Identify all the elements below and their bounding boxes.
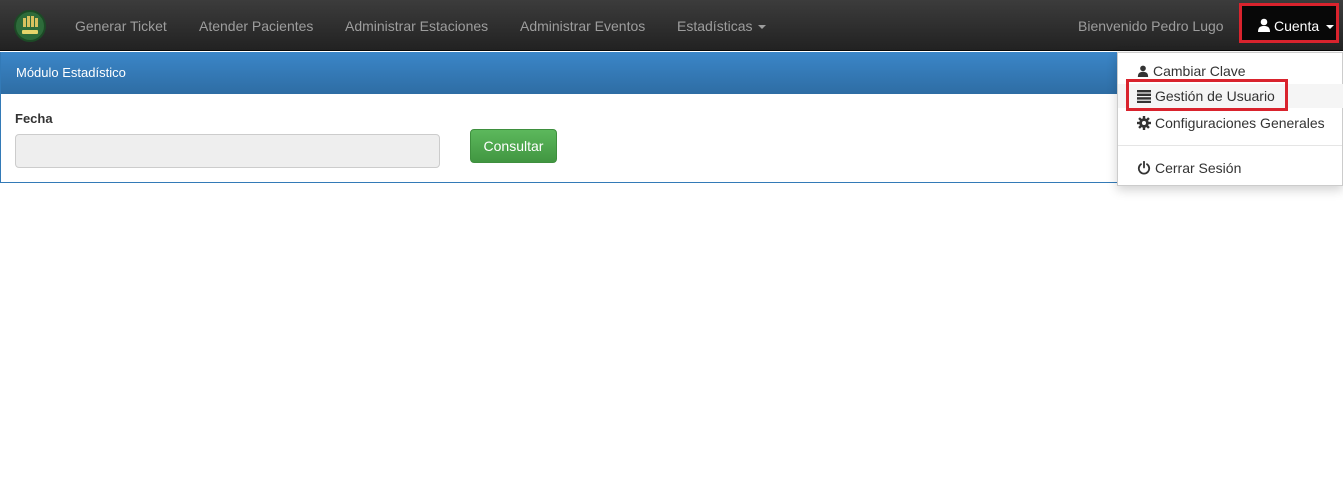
consultar-button[interactable]: Consultar xyxy=(470,129,557,163)
menu-item-label: Cambiar Clave xyxy=(1153,63,1246,79)
welcome-text: Bienvenido Pedro Lugo xyxy=(1078,18,1224,34)
user-icon xyxy=(1258,18,1270,32)
account-label: Cuenta xyxy=(1274,18,1320,34)
nav-generar-ticket[interactable]: Generar Ticket xyxy=(75,17,167,35)
caret-down-icon xyxy=(758,25,767,30)
date-input[interactable] xyxy=(15,134,440,168)
user-icon xyxy=(1137,65,1149,77)
gear-icon xyxy=(1137,116,1151,130)
nav-administrar-eventos[interactable]: Administrar Eventos xyxy=(520,17,645,35)
hospital-logo-icon[interactable] xyxy=(14,10,46,42)
caret-down-icon xyxy=(1326,25,1334,29)
date-label: Fecha xyxy=(15,111,53,126)
menu-item-label: Configuraciones Generales xyxy=(1155,115,1325,131)
nav-estadisticas-label: Estadísticas xyxy=(677,18,753,34)
account-dropdown-menu: Cambiar Clave Gestión de Usuario Configu… xyxy=(1117,52,1343,186)
nav-atender-pacientes[interactable]: Atender Pacientes xyxy=(199,17,313,35)
menu-item-cerrar-sesion[interactable]: Cerrar Sesión xyxy=(1118,156,1343,180)
menu-item-label: Cerrar Sesión xyxy=(1155,160,1242,176)
nav-estadisticas-dropdown[interactable]: Estadísticas xyxy=(677,17,767,35)
nav-administrar-estaciones[interactable]: Administrar Estaciones xyxy=(345,17,488,35)
power-icon xyxy=(1137,161,1151,175)
highlight-box xyxy=(1126,79,1288,111)
account-dropdown-toggle[interactable]: Cuenta xyxy=(1239,3,1339,43)
top-navbar: Generar Ticket Atender Pacientes Adminis… xyxy=(0,0,1343,51)
panel-title: Módulo Estadístico xyxy=(16,65,126,80)
menu-item-configuraciones[interactable]: Configuraciones Generales xyxy=(1118,111,1343,135)
menu-divider xyxy=(1118,145,1342,146)
